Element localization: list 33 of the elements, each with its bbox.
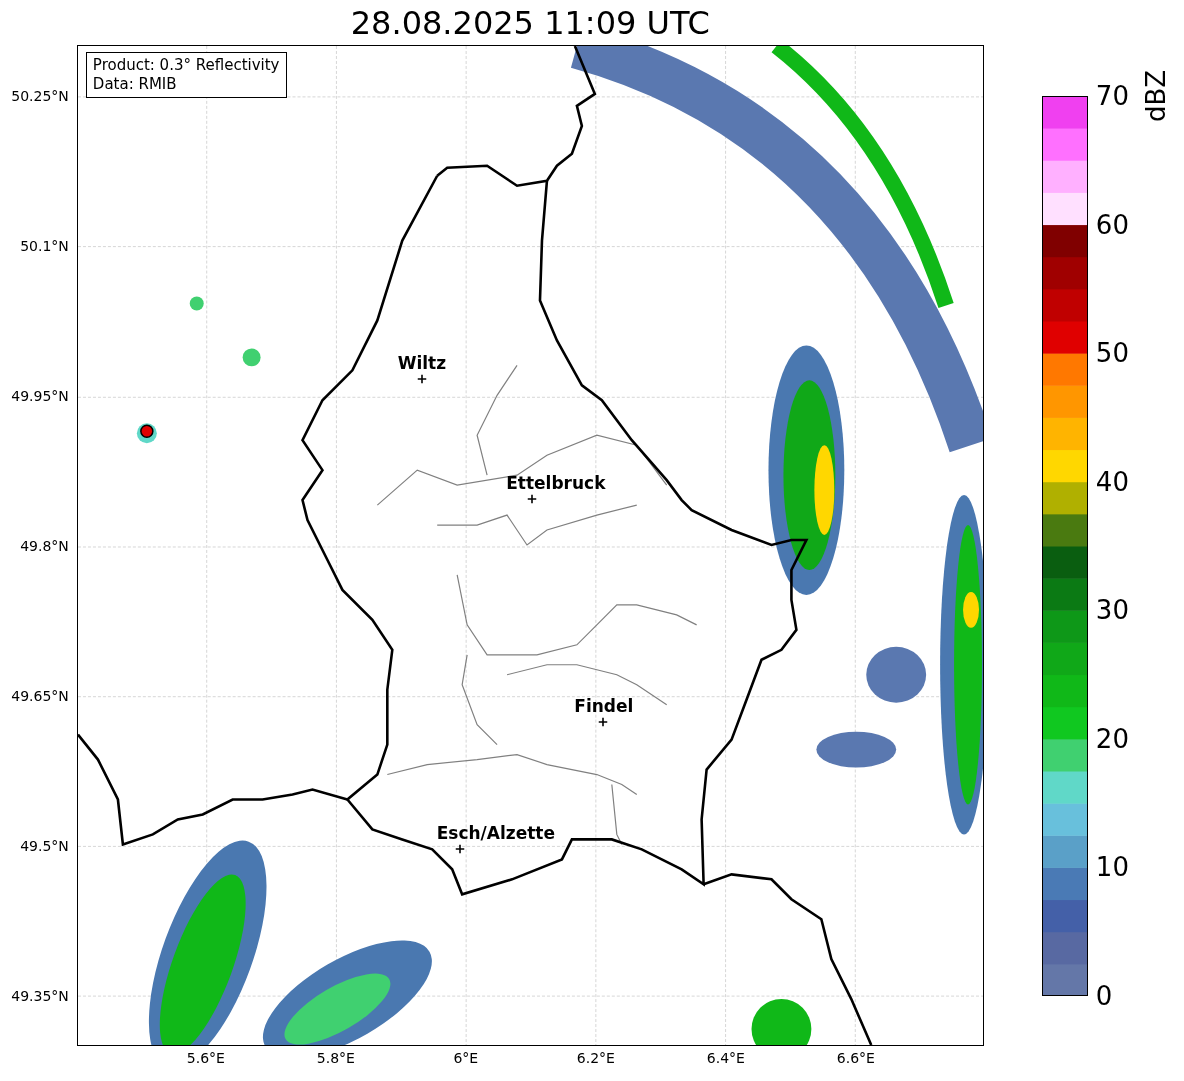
city-marker-icon (455, 844, 465, 854)
longitude-tick-label: 6.6°E (836, 1050, 875, 1066)
longitude-tick-label: 5.8°E (316, 1050, 355, 1066)
longitude-tick-label: 5.6°E (186, 1050, 225, 1066)
colorbar-tick-label: 30 (1095, 595, 1129, 626)
legend-text: Product: 0.3° Reflectivity (92, 56, 280, 75)
longitude-tick-label: 6°E (453, 1050, 479, 1066)
city-label: Esch/Alzette (436, 823, 555, 843)
city-label: Ettelbruck (506, 473, 606, 493)
latitude-tick-label: 50.1°N (20, 238, 69, 254)
city-label: Wiltz (397, 353, 447, 373)
latitude-tick-label: 49.35°N (11, 988, 69, 1004)
colorbar-tick-label: 10 (1095, 852, 1129, 883)
colorbar-tick-label: 0 (1095, 981, 1113, 1011)
colorbar-tick-label: 60 (1095, 209, 1129, 240)
longitude-tick-label: 6.4°E (706, 1050, 745, 1066)
city-marker-icon (417, 374, 427, 384)
chart-title: 28.08.2025 11:09 UTC (349, 2, 711, 44)
colorbar-label: dBZ (1140, 69, 1171, 123)
city-label: Findel (574, 696, 634, 716)
latitude-tick-label: 49.95°N (11, 388, 69, 404)
latitude-tick-label: 49.8°N (20, 538, 69, 554)
colorbar-tick-label: 40 (1095, 466, 1129, 497)
latitude-tick-label: 49.5°N (20, 838, 69, 854)
city-marker-icon (527, 494, 537, 504)
city-marker-icon (598, 717, 608, 727)
colorbar-tick-label: 20 (1095, 723, 1129, 754)
legend-text: Data: RMIB (92, 75, 178, 94)
colorbar-tick-label: 70 (1095, 81, 1129, 111)
latitude-tick-label: 49.65°N (11, 688, 69, 704)
longitude-tick-label: 6.2°E (576, 1050, 615, 1066)
latitude-tick-label: 50.25°N (11, 88, 69, 104)
colorbar-tick-label: 50 (1095, 338, 1129, 369)
